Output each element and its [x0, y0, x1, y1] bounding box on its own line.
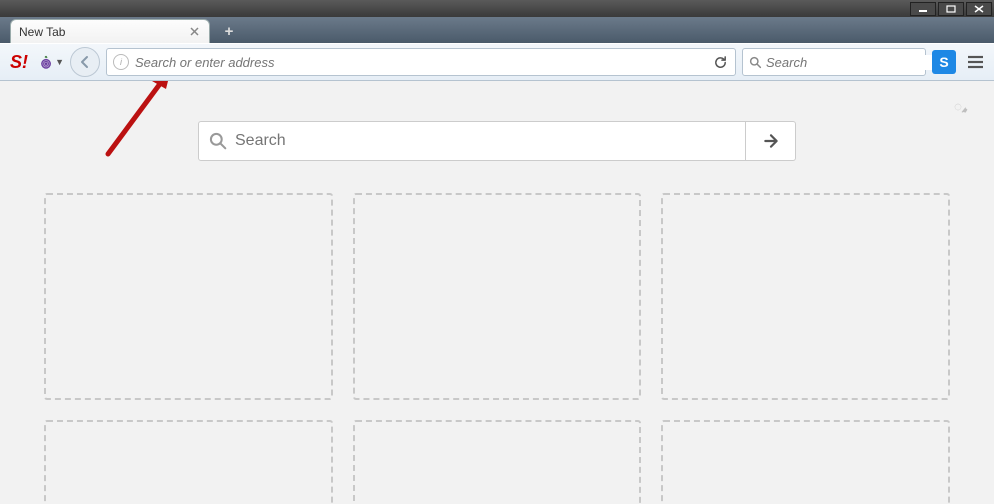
tab-new-tab[interactable]: New Tab	[10, 19, 210, 43]
arrow-annotation	[100, 81, 180, 159]
search-bar[interactable]	[742, 48, 926, 76]
skype-extension-icon[interactable]: S	[932, 50, 956, 74]
window-titlebar	[0, 0, 994, 17]
s-extension-icon[interactable]: S!	[6, 49, 32, 75]
menu-button[interactable]	[962, 49, 988, 75]
window-close-button[interactable]	[966, 2, 992, 16]
address-bar[interactable]: i	[106, 48, 736, 76]
window-maximize-button[interactable]	[938, 2, 964, 16]
skype-icon-label: S	[939, 54, 948, 70]
gear-icon	[947, 96, 969, 118]
top-sites-grid	[44, 193, 950, 504]
search-icon	[209, 132, 227, 150]
tab-label: New Tab	[19, 25, 187, 39]
search-icon	[749, 56, 762, 69]
top-site-tile[interactable]	[353, 420, 642, 504]
tab-strip: New Tab +	[0, 17, 994, 43]
hamburger-icon	[967, 55, 984, 69]
toolbar: S! ▼ i S	[0, 43, 994, 81]
plus-icon: +	[225, 23, 234, 40]
site-info-icon[interactable]: i	[113, 54, 129, 70]
chevron-down-icon: ▼	[55, 57, 64, 67]
new-tab-button[interactable]: +	[218, 21, 240, 41]
newtab-search	[198, 121, 796, 161]
top-site-tile[interactable]	[44, 420, 333, 504]
s-icon-label: S!	[10, 52, 28, 73]
search-input[interactable]	[766, 55, 944, 70]
newtab-search-go-button[interactable]	[746, 121, 796, 161]
arrow-right-icon	[762, 132, 780, 150]
newtab-search-input[interactable]	[235, 132, 735, 150]
back-button[interactable]	[70, 47, 100, 77]
newtab-settings-button[interactable]	[946, 95, 970, 119]
top-site-tile[interactable]	[661, 420, 950, 504]
window-minimize-button[interactable]	[910, 2, 936, 16]
top-site-tile[interactable]	[353, 193, 642, 400]
top-site-tile[interactable]	[661, 193, 950, 400]
tor-onion-icon[interactable]: ▼	[38, 49, 64, 75]
address-input[interactable]	[135, 55, 709, 70]
top-site-tile[interactable]	[44, 193, 333, 400]
reload-button[interactable]	[709, 51, 731, 73]
newtab-search-field[interactable]	[198, 121, 746, 161]
tab-close-icon[interactable]	[187, 25, 201, 39]
newtab-content	[0, 81, 994, 504]
